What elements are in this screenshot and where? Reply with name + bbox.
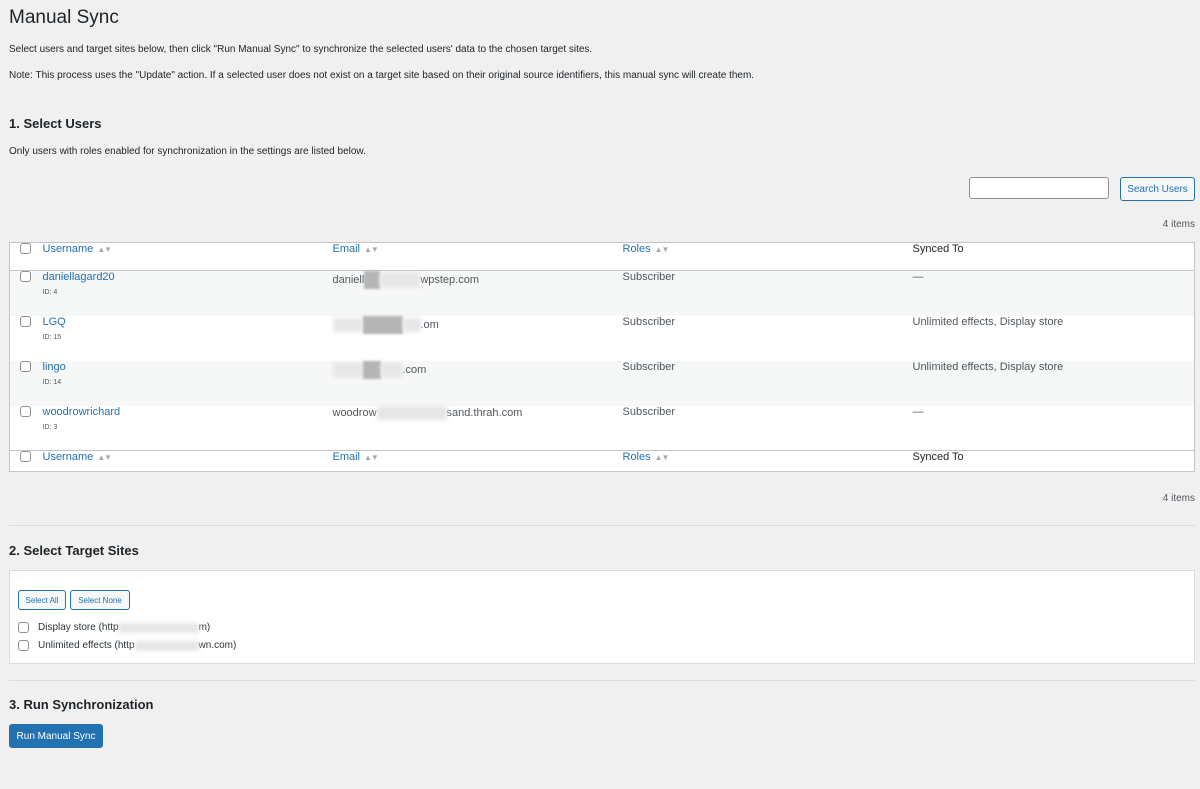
email-cell: .com bbox=[332, 360, 623, 406]
synced-cell: — bbox=[912, 271, 924, 283]
users-table: Username ▲▼ Email ▲▼ Roles ▲▼ Synced To dan… bbox=[9, 242, 1195, 472]
synced-cell: Unlimited effects, Display store bbox=[912, 315, 1064, 328]
row-checkbox[interactable] bbox=[20, 315, 31, 327]
email-cell: .om bbox=[332, 315, 623, 361]
column-username[interactable]: Username ▲▼ bbox=[42, 242, 333, 271]
run-section-heading: 3. Run Synchronization bbox=[9, 697, 154, 712]
table-header: Username ▲▼ Email ▲▼ Roles ▲▼ Synced To bbox=[9, 242, 1195, 271]
page-description: Select users and target sites below, the… bbox=[9, 44, 593, 55]
username-link[interactable]: woodrowrichard bbox=[43, 406, 333, 418]
redaction bbox=[332, 317, 363, 332]
email-cell: woodrow sand.thrah.com bbox=[332, 405, 523, 420]
redaction bbox=[134, 640, 199, 651]
username-link[interactable]: LGQ bbox=[43, 316, 333, 328]
sort-icon: ▲▼ bbox=[654, 453, 670, 462]
page-title: Manual Sync bbox=[9, 7, 119, 28]
site-checkbox[interactable] bbox=[18, 622, 29, 633]
divider bbox=[9, 525, 1195, 526]
items-count-bottom: 4 items bbox=[1162, 493, 1195, 504]
column-email[interactable]: Email ▲▼ bbox=[332, 242, 623, 271]
redaction bbox=[362, 315, 403, 334]
redaction bbox=[402, 317, 421, 332]
target-sites-box: Select All Select None Display store (ht… bbox=[9, 570, 1195, 664]
select-none-button[interactable]: Select None bbox=[70, 590, 130, 610]
redaction bbox=[376, 405, 447, 420]
table-row: daniellagard20 ID: 4 daniell wpstep.com S… bbox=[9, 270, 1195, 316]
redaction bbox=[118, 622, 199, 633]
user-id: ID: 4 bbox=[42, 289, 58, 296]
site-item-unlimited-effects[interactable]: Unlimited effects (http wn.com) bbox=[18, 640, 236, 651]
user-id: ID: 14 bbox=[42, 378, 62, 386]
user-id: ID: 15 bbox=[42, 333, 62, 341]
redaction bbox=[364, 271, 381, 289]
select-all-checkbox-footer[interactable] bbox=[20, 451, 31, 462]
column-roles[interactable]: Roles ▲▼ bbox=[622, 242, 913, 271]
redaction bbox=[362, 360, 381, 379]
redaction bbox=[380, 273, 421, 287]
email-cell: daniell wpstep.com bbox=[333, 271, 623, 316]
sort-icon: ▲▼ bbox=[364, 245, 379, 254]
column-roles-footer[interactable]: Roles ▲▼ bbox=[622, 450, 913, 472]
column-synced-to-footer: Synced To bbox=[912, 450, 1195, 472]
site-checkbox[interactable] bbox=[18, 640, 29, 651]
role-cell: Subscriber bbox=[622, 271, 676, 283]
role-cell: Subscriber bbox=[622, 315, 676, 328]
role-cell: Subscriber bbox=[622, 405, 676, 418]
column-email-footer[interactable]: Email ▲▼ bbox=[332, 450, 623, 472]
row-checkbox[interactable] bbox=[20, 360, 31, 372]
column-synced-to: Synced To bbox=[912, 242, 1195, 271]
search-users-button[interactable]: Search Users bbox=[1120, 177, 1195, 201]
table-row: woodrowrichard ID: 3 woodrow sand.thrah.c… bbox=[10, 405, 1195, 451]
sort-icon: ▲▼ bbox=[654, 245, 670, 254]
user-id: ID: 3 bbox=[42, 423, 58, 431]
column-username-footer[interactable]: Username ▲▼ bbox=[42, 450, 333, 472]
select-all-button[interactable]: Select All bbox=[18, 590, 66, 610]
sort-icon: ▲▼ bbox=[97, 245, 112, 254]
synced-cell: Unlimited effects, Display store bbox=[912, 360, 1064, 373]
divider bbox=[9, 680, 1195, 681]
users-section-heading: 1. Select Users bbox=[9, 116, 102, 131]
redaction bbox=[380, 362, 403, 377]
row-checkbox[interactable] bbox=[20, 405, 31, 417]
sites-section-heading: 2. Select Target Sites bbox=[9, 543, 139, 558]
run-manual-sync-button[interactable]: Run Manual Sync bbox=[9, 724, 103, 748]
username-link[interactable]: daniellagard20 bbox=[43, 271, 333, 283]
items-count-top: 4 items bbox=[1162, 219, 1195, 230]
redaction bbox=[332, 362, 363, 377]
page-note: Note: This process uses the "Update" act… bbox=[9, 70, 755, 81]
synced-cell: — bbox=[912, 405, 924, 418]
table-row: lingo ID: 14 .com Subscriber Unlimited e… bbox=[9, 360, 1195, 406]
select-all-checkbox[interactable] bbox=[20, 243, 31, 254]
users-section-note: Only users with roles enabled for synchr… bbox=[9, 146, 366, 157]
table-footer: Username ▲▼ Email ▲▼ Roles ▲▼ Synced To bbox=[9, 450, 1195, 472]
sort-icon: ▲▼ bbox=[364, 453, 379, 462]
table-row: LGQ ID: 15 .om Subscriber Unlimited effe… bbox=[10, 315, 1195, 361]
username-link[interactable]: lingo bbox=[43, 361, 333, 373]
sort-icon: ▲▼ bbox=[97, 453, 112, 462]
site-item-display-store[interactable]: Display store (http m) bbox=[18, 622, 210, 633]
search-input[interactable] bbox=[969, 177, 1109, 199]
row-checkbox[interactable] bbox=[20, 271, 31, 282]
role-cell: Subscriber bbox=[622, 360, 676, 373]
